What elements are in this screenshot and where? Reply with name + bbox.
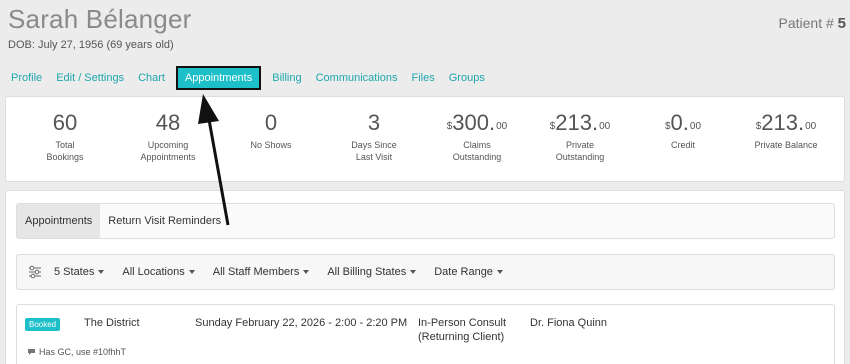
- stat-value: 3: [367, 110, 381, 135]
- stat-days-since-last-visit: 3 Days Since Last Visit: [322, 109, 427, 163]
- patient-name: Sarah Bélanger: [8, 4, 192, 34]
- patient-number: Patient # 5: [779, 15, 847, 32]
- stat-value: $213.00: [549, 110, 611, 135]
- patient-number-value: 5: [837, 15, 846, 32]
- filter-locations[interactable]: All Locations: [122, 266, 195, 278]
- stat-label: No Shows: [250, 140, 292, 150]
- sliders-icon[interactable]: [28, 265, 42, 279]
- filter-bar: 5 States All Locations All Staff Members…: [16, 254, 835, 290]
- appointment-row[interactable]: Booked The District Sunday February 22, …: [16, 304, 835, 364]
- stat-value: $213.00: [755, 110, 817, 135]
- caret-down-icon: [410, 270, 417, 275]
- stat-label: Claims Outstanding: [452, 140, 502, 162]
- filter-states[interactable]: 5 States: [54, 266, 105, 278]
- stat-value: $300.00: [446, 110, 508, 135]
- stat-label: Private Outstanding: [555, 140, 605, 162]
- appointment-type: In-Person Consult (Returning Client): [418, 317, 507, 343]
- stat-label: Upcoming Appointments: [140, 140, 196, 162]
- tab-files[interactable]: Files: [405, 67, 442, 89]
- stat-label: Total Bookings: [46, 140, 84, 162]
- stat-label: Private Balance: [754, 140, 818, 150]
- stat-claims-outstanding: $300.00 Claims Outstanding: [425, 109, 530, 163]
- stat-private-outstanding: $213.00 Private Outstanding: [528, 109, 633, 163]
- stat-upcoming-appointments: 48 Upcoming Appointments: [116, 109, 221, 163]
- patient-number-label: Patient #: [778, 15, 834, 31]
- subtab-return-visit-reminders[interactable]: Return Visit Reminders: [100, 204, 229, 238]
- appointment-note: Has GC, use #10fhhT: [27, 347, 126, 357]
- appointment-location: The District: [84, 317, 140, 329]
- appointments-panel: Appointments Return Visit Reminders 5 St…: [5, 190, 845, 364]
- appointment-note-text: Has GC, use #10fhhT: [39, 347, 127, 357]
- tab-chart[interactable]: Chart: [131, 67, 172, 89]
- stat-private-balance: $213.00 Private Balance: [734, 109, 839, 151]
- tab-appointments[interactable]: Appointments: [175, 66, 262, 90]
- stat-value: 0: [264, 110, 278, 135]
- patient-nav: Profile Edit / Settings Chart Appointmen…: [0, 66, 492, 90]
- stats-panel: 60 Total Bookings 48 Upcoming Appointments…: [5, 96, 845, 182]
- status-badge: Booked: [25, 318, 61, 331]
- appointment-datetime: Sunday February 22, 2026 - 2:00 - 2:20 P…: [195, 317, 408, 329]
- tab-edit-settings[interactable]: Edit / Settings: [49, 67, 131, 89]
- stat-credit: $0.00 Credit: [631, 109, 736, 151]
- subtabs: Appointments Return Visit Reminders: [16, 203, 835, 239]
- appointment-provider: Dr. Fiona Quinn: [530, 317, 608, 329]
- filter-billing-states[interactable]: All Billing States: [327, 266, 417, 278]
- filter-date-range[interactable]: Date Range: [434, 266, 503, 278]
- stat-total-bookings: 60 Total Bookings: [13, 109, 118, 163]
- caret-down-icon: [496, 270, 503, 275]
- tab-communications[interactable]: Communications: [309, 67, 405, 89]
- tab-groups[interactable]: Groups: [442, 67, 492, 89]
- comment-icon: [28, 349, 35, 355]
- subtab-appointments[interactable]: Appointments: [17, 204, 101, 238]
- stat-value: 48: [155, 110, 181, 135]
- stat-label: Days Since Last Visit: [351, 140, 397, 162]
- filter-staff-members[interactable]: All Staff Members: [213, 266, 310, 278]
- caret-down-icon: [98, 270, 105, 275]
- stat-value: $0.00: [664, 110, 702, 135]
- caret-down-icon: [188, 270, 195, 275]
- patient-dob: DOB: July 27, 1956 (69 years old): [8, 39, 174, 51]
- patient-header: Sarah Bélanger DOB: July 27, 1956 (69 ye…: [0, 0, 850, 92]
- stat-value: 60: [52, 110, 78, 135]
- tab-billing[interactable]: Billing: [265, 67, 308, 89]
- tab-profile[interactable]: Profile: [0, 67, 49, 89]
- caret-down-icon: [303, 270, 310, 275]
- stat-label: Credit: [670, 140, 695, 150]
- stat-no-shows: 0 No Shows: [219, 109, 324, 151]
